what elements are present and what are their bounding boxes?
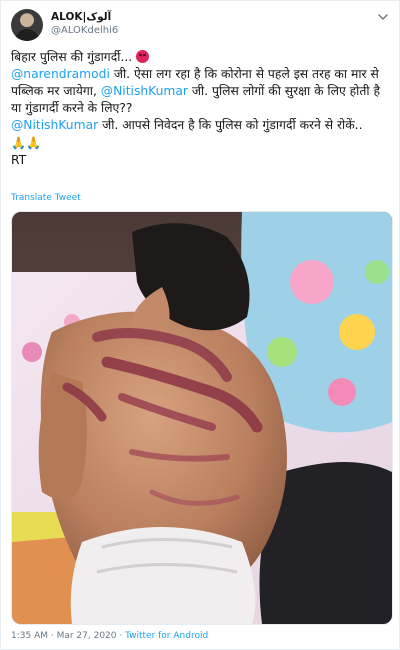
tweet-line-1: बिहार पुलिस की गुंडागर्दी... (11, 49, 391, 66)
author-names: ALOK|آلوک @ALOKdelhi6 (51, 10, 351, 38)
photo-image (12, 212, 392, 624)
tweet-paragraph-2: @NitishKumar जी. आपसे निवेदन है कि पुलिस… (11, 117, 391, 152)
avatar[interactable] (11, 9, 43, 41)
tweet-line-1-text: बिहार पुलिस की गुंडागर्दी... (11, 50, 133, 64)
handle[interactable]: @ALOKdelhi6 (51, 24, 351, 38)
mention-narendramodi[interactable]: @narendramodi (11, 67, 110, 81)
tweet-date[interactable]: Mar 27, 2020 (57, 631, 117, 641)
tweet-card: ALOK|آلوک @ALOKdelhi6 बिहार पुलिस की गुं… (0, 0, 400, 650)
tweet-rt: RT (11, 153, 27, 167)
tweet-text: बिहार पुलिस की गुंडागर्दी... @narendramo… (11, 49, 391, 169)
tweet-photo[interactable] (11, 211, 393, 625)
folded-hands-icon: 🙏🙏 (11, 136, 41, 150)
avatar-figure (15, 29, 39, 41)
tweet-source[interactable]: Twitter for Android (125, 631, 208, 641)
tweet-text-4: जी. आपसे निवेदन है कि पुलिस को गुंडागर्द… (98, 118, 363, 132)
display-name[interactable]: ALOK|آلوک (51, 10, 351, 24)
footer-separator-2: · (116, 631, 126, 641)
tweet-header: ALOK|آلوک @ALOKdelhi6 (11, 9, 391, 41)
chevron-down-icon-graphic (378, 14, 388, 20)
tweet-paragraph: @narendramodi जी. ऐसा लग रहा है कि कोरोन… (11, 66, 391, 117)
mention-nitishkumar-2[interactable]: @NitishKumar (11, 118, 98, 132)
angry-face-icon (136, 50, 150, 63)
mention-nitishkumar-1[interactable]: @NitishKumar (101, 84, 188, 98)
footer-separator-1: · (48, 631, 57, 641)
tweet-footer: 1:35 AM · Mar 27, 2020 · Twitter for And… (11, 631, 208, 641)
translate-tweet-link[interactable]: Translate Tweet (11, 193, 81, 203)
tweet-time[interactable]: 1:35 AM (11, 631, 48, 641)
chevron-down-icon[interactable] (375, 11, 391, 27)
